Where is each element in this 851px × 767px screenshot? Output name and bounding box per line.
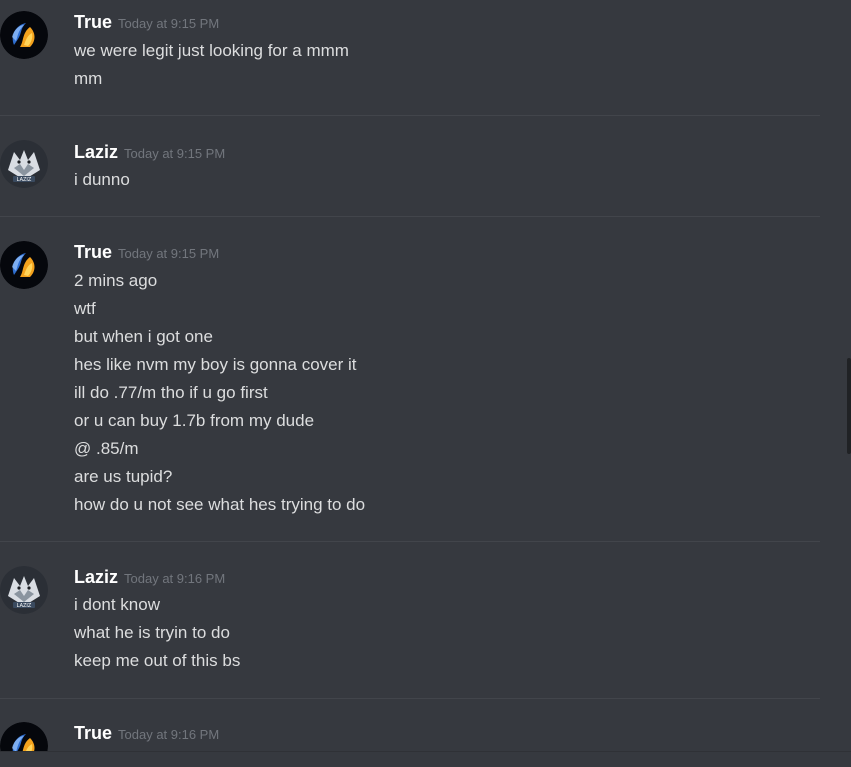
message-text: but when i got one bbox=[74, 327, 213, 346]
username[interactable]: Laziz bbox=[74, 567, 118, 587]
message-text: 2 mins ago bbox=[74, 271, 158, 290]
message-text: hes like nvm my boy is gonna cover it bbox=[74, 355, 357, 374]
message-header: True Today at 9:15 PM bbox=[74, 12, 219, 33]
chat-message-list[interactable]: True Today at 9:15 PM we were legit just … bbox=[0, 0, 851, 767]
username[interactable]: True bbox=[74, 723, 112, 743]
user-avatar-laziz[interactable]: LAZIZ bbox=[0, 140, 48, 188]
scrollbar-thumb[interactable] bbox=[847, 358, 851, 454]
user-avatar-true[interactable] bbox=[0, 11, 48, 59]
message-text: are us tupid? bbox=[74, 467, 173, 486]
message-text: ill do .77/m tho if u go first bbox=[74, 383, 268, 402]
timestamp: Today at 9:16 PM bbox=[118, 727, 220, 742]
timestamp: Today at 9:15 PM bbox=[118, 16, 220, 31]
message-header: True Today at 9:16 PM bbox=[74, 723, 219, 744]
message-text: i dunno bbox=[74, 170, 130, 189]
message-group: LAZIZ Laziz Today at 9:15 PM i dunno bbox=[0, 116, 820, 216]
message-text: i dont know bbox=[74, 595, 160, 614]
wolf-emblem-avatar-icon: LAZIZ bbox=[0, 140, 48, 188]
message-text: wtf bbox=[74, 299, 96, 318]
message-text: mm bbox=[74, 69, 103, 88]
blue-orange-flame-avatar-icon bbox=[0, 241, 48, 289]
message-group: True Today at 9:15 PM we were legit just … bbox=[0, 0, 820, 115]
blue-orange-flame-avatar-icon bbox=[0, 11, 48, 59]
message-text: or u can buy 1.7b from my dude bbox=[74, 411, 315, 430]
message-lines: 2 mins ago wtf but when i got one hes li… bbox=[74, 267, 365, 519]
timestamp: Today at 9:15 PM bbox=[118, 246, 220, 261]
timestamp: Today at 9:15 PM bbox=[124, 146, 226, 161]
message-group: LAZIZ Laziz Today at 9:16 PM i dont know … bbox=[0, 542, 820, 698]
message-text: how do u not see what hes trying to do bbox=[74, 495, 366, 514]
message-lines: we were legit just looking for a mmm mm bbox=[74, 37, 349, 93]
username[interactable]: True bbox=[74, 242, 112, 262]
user-avatar-true[interactable] bbox=[0, 241, 48, 289]
message-text: what he is tryin to do bbox=[74, 623, 230, 642]
message-header: Laziz Today at 9:16 PM bbox=[74, 567, 225, 588]
composer-edge bbox=[0, 751, 851, 752]
message-header: Laziz Today at 9:15 PM bbox=[74, 142, 225, 163]
user-avatar-true[interactable] bbox=[0, 722, 48, 751]
message-text: keep me out of this bs bbox=[74, 651, 241, 670]
svg-text:LAZIZ: LAZIZ bbox=[17, 603, 32, 609]
message-header: True Today at 9:15 PM bbox=[74, 242, 219, 263]
message-lines: i dont know what he is tryin to do keep … bbox=[74, 591, 240, 675]
message-text: @ .85/m bbox=[74, 439, 139, 458]
user-avatar-laziz[interactable]: LAZIZ bbox=[0, 566, 48, 614]
blue-orange-flame-avatar-icon bbox=[0, 722, 48, 751]
message-text: we were legit just looking for a mmm bbox=[74, 41, 349, 60]
svg-text:LAZIZ: LAZIZ bbox=[17, 177, 32, 183]
wolf-emblem-avatar-icon: LAZIZ bbox=[0, 566, 48, 614]
message-lines: i dunno bbox=[74, 166, 130, 194]
username[interactable]: Laziz bbox=[74, 142, 118, 162]
username[interactable]: True bbox=[74, 12, 112, 32]
message-group: True Today at 9:16 PM bbox=[0, 699, 820, 751]
message-group: True Today at 9:15 PM 2 mins ago wtf but … bbox=[0, 217, 820, 541]
timestamp: Today at 9:16 PM bbox=[124, 571, 226, 586]
